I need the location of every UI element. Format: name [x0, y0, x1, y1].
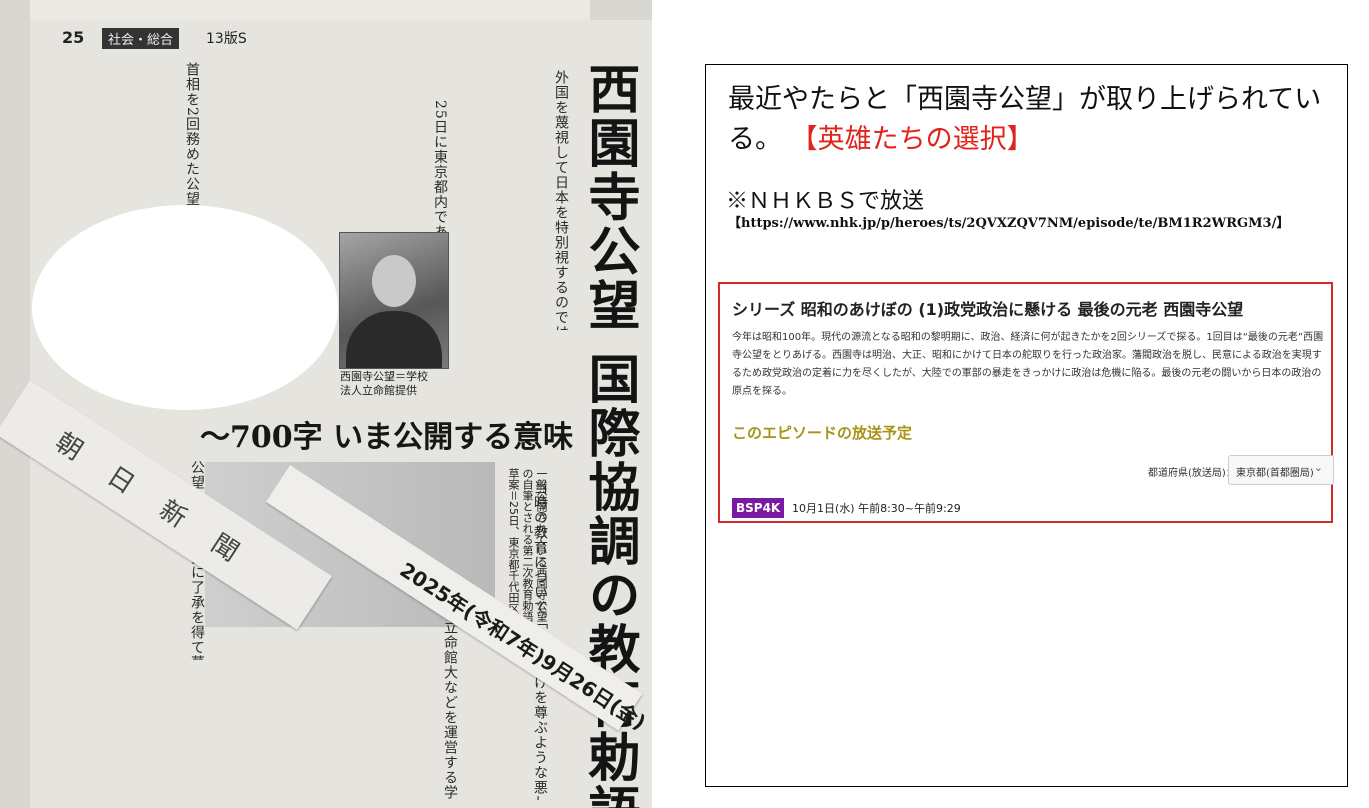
program-name: 【英雄たちの選択】	[790, 124, 1034, 155]
newspaper-clipping: 25 社会・総合 13版S 西園寺公望 国際協調の教育勅語 外国を蔑視して日本を…	[0, 0, 652, 808]
prefecture-label: 都道府県(放送局)：	[1148, 468, 1236, 479]
section-label: 社会・総合	[102, 28, 180, 49]
commentary-panel: 最近やたらと「西園寺公望」が取り上げられている。 【英雄たちの選択】 ※ＮＨＫＢ…	[705, 64, 1348, 787]
commentary-title: 最近やたらと「西園寺公望」が取り上げられている。 【英雄たちの選択】	[728, 80, 1328, 160]
episode-description: 今年は昭和100年。現代の源流となる昭和の黎明期に、政治、経済に何が起きたかを2…	[732, 332, 1324, 397]
prefecture-select[interactable]: 東京都(首都圏局) ⌄	[1228, 455, 1334, 485]
episode-title: シリーズ 昭和のあけぼの (1)政党政治に懸ける 最後の元老 西園寺公望	[732, 300, 1244, 319]
broadcast-note: ※ＮＨＫＢＳで放送	[726, 189, 925, 214]
channel-badge: BSP4K	[732, 498, 785, 518]
article-headline: 西園寺公望 国際協調の教育勅語	[579, 62, 640, 808]
edition-label: 13版S	[206, 31, 247, 47]
airtime-text: 10月1日(水) 午前8:30~午前9:29	[792, 502, 961, 515]
page-number: 25	[62, 28, 85, 47]
article-text-block: 首相を2回務めた公望は文部相（当時）も2回務めた。草案は第2期の180年に作られ…	[52, 62, 202, 212]
article-text-block: 立命館大などを運営する学校法人立命館が初めて一般公開を決めた。一般公開は10月6…	[170, 620, 460, 800]
chevron-down-icon: ⌄	[1313, 461, 1323, 474]
prefecture-value: 東京都(首都圏局)	[1236, 468, 1314, 479]
nhk-episode-card: シリーズ 昭和のあけぼの (1)政党政治に懸ける 最後の元老 西園寺公望 今年は…	[718, 282, 1334, 523]
source-url[interactable]: 【https://www.nhk.jp/p/heroes/ts/2QVXZQV7…	[728, 212, 1289, 231]
photo-caption: 西園寺公望＝学校 法人立命館提供	[340, 370, 428, 397]
schedule-heading: このエピソードの放送予定	[732, 424, 913, 442]
portrait-face	[372, 255, 416, 307]
portrait-body	[346, 311, 442, 368]
article-lead-text: 外国を蔑視して日本を特別視するのではなく、国際協調を基盤とした社会を築くべきだ。…	[455, 70, 571, 330]
article-subheadline: 〜700字 いま公開する意味	[200, 420, 574, 455]
redaction-oval	[32, 205, 338, 410]
portrait-photo	[339, 232, 449, 369]
